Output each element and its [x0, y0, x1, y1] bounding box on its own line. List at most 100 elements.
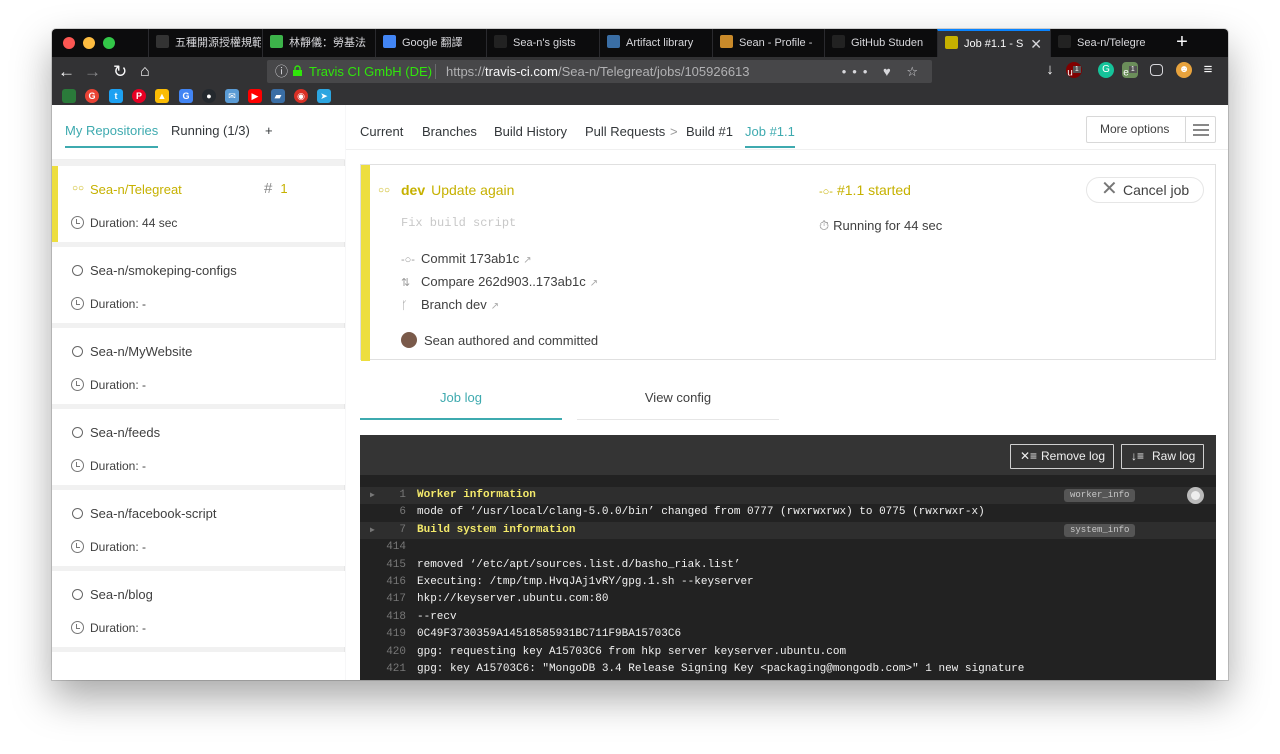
- repo-name[interactable]: Sea-n/blog: [90, 587, 153, 602]
- tab-job-1-1[interactable]: Job #1.1: [745, 124, 795, 148]
- tab-running[interactable]: Running (1/3): [171, 123, 250, 138]
- repo-item-blog[interactable]: Sea-n/blog Duration: -: [52, 571, 345, 647]
- tab-build-1[interactable]: Build #1: [686, 124, 733, 139]
- add-repository-button[interactable]: +: [265, 123, 273, 138]
- repo-item-facebook-script[interactable]: Sea-n/facebook-script Duration: -: [52, 490, 345, 566]
- tab-current[interactable]: Current: [360, 124, 403, 139]
- browser-tab[interactable]: Google 翻譯: [375, 29, 486, 57]
- repo-item-mywebsite[interactable]: Sea-n/MyWebsite Duration: -: [52, 328, 345, 404]
- more-options-button[interactable]: More options: [1086, 116, 1216, 143]
- log-line[interactable]: ▶ 7 Build system information system_info: [360, 521, 1216, 540]
- tab-pull-requests[interactable]: Pull Requests: [585, 124, 665, 139]
- repo-duration: Duration: 44 sec: [90, 216, 178, 230]
- home-icon[interactable]: ⌂: [140, 61, 150, 83]
- log-line: 6 mode of ‘/usr/local/clang-5.0.0/bin’ ch…: [360, 504, 1216, 521]
- remove-log-button[interactable]: ✕≡ Remove log: [1010, 444, 1115, 469]
- repo-name[interactable]: Sea-n/Telegreat: [90, 182, 182, 197]
- line-number[interactable]: 415: [370, 557, 406, 574]
- line-number[interactable]: 418: [370, 609, 406, 626]
- url-bar[interactable]: ⓘ Travis CI GmbH (DE) https://travis-ci.…: [267, 60, 932, 83]
- info-icon[interactable]: ⓘ: [275, 60, 288, 83]
- line-number[interactable]: 416: [370, 574, 406, 591]
- repo-name[interactable]: Sea-n/feeds: [90, 425, 160, 440]
- line-number[interactable]: 419: [370, 626, 406, 643]
- line-number[interactable]: 7: [370, 522, 406, 539]
- browser-tab[interactable]: Sean - Profile -: [712, 29, 824, 57]
- browser-tab[interactable]: Sea-n/Telegre: [1050, 29, 1162, 57]
- avatar: [401, 332, 417, 348]
- branch-row[interactable]: ᚴ Branch dev ↗: [401, 297, 499, 312]
- artifact-icon[interactable]: ▰: [271, 89, 285, 103]
- url-text[interactable]: https://travis-ci.com/Sea-n/Telegreat/jo…: [446, 60, 750, 83]
- raw-log-button[interactable]: ↓≡ Raw log: [1121, 444, 1205, 469]
- tab-branches[interactable]: Branches: [422, 124, 477, 139]
- log-toolbar: ✕≡ Remove log ↓≡ Raw log: [360, 435, 1216, 475]
- grammarly-icon[interactable]: G: [1098, 62, 1114, 78]
- repo-item-telegreat[interactable]: ○○ Sea-n/Telegreat #1 Duration: 44 sec: [52, 166, 345, 242]
- build-number[interactable]: #1: [264, 180, 288, 197]
- page-actions[interactable]: ••• ♥ ☆: [842, 60, 924, 83]
- ublock-icon[interactable]: u1: [1066, 62, 1082, 78]
- github-icon[interactable]: ●: [202, 89, 216, 103]
- compare-row[interactable]: ⇅ Compare 262d903..173ab1c ↗: [401, 274, 598, 289]
- line-number[interactable]: 1: [370, 487, 406, 504]
- log-line[interactable]: ▶ 1 Worker information worker_info: [360, 487, 1216, 505]
- browser-tab[interactable]: 林靜儀：勞基法: [262, 29, 375, 57]
- back-icon[interactable]: ←: [58, 61, 75, 83]
- tab-view-config[interactable]: View config: [577, 384, 779, 420]
- site-identity[interactable]: Travis CI GmbH (DE): [309, 60, 432, 83]
- pinterest-icon[interactable]: P: [132, 89, 146, 103]
- close-tab-icon[interactable]: ✕: [1030, 31, 1042, 57]
- browser-tab[interactable]: Artifact library: [599, 29, 712, 57]
- browser-tab[interactable]: Sea-n's gists: [486, 29, 599, 57]
- download-icon[interactable]: ↓: [1042, 62, 1058, 78]
- telegram-icon[interactable]: ➤: [317, 89, 331, 103]
- youtube-icon[interactable]: ▶: [248, 89, 262, 103]
- browser-tab[interactable]: 五種開源授權規範: [148, 29, 261, 57]
- tab-build-history[interactable]: Build History: [494, 124, 567, 139]
- zoom-window-button[interactable]: [103, 37, 115, 49]
- google-icon[interactable]: G: [85, 89, 99, 103]
- repo-name[interactable]: Sea-n/facebook-script: [90, 506, 216, 521]
- sidebar-icon[interactable]: [1150, 64, 1163, 76]
- menu-icon[interactable]: ≡: [1200, 62, 1216, 78]
- cancel-label: Cancel job: [1123, 182, 1190, 198]
- extension-icon[interactable]: e1: [1122, 62, 1138, 78]
- translate-icon[interactable]: G: [179, 89, 193, 103]
- commit-link[interactable]: Commit 173ab1c: [421, 251, 519, 266]
- clock-icon: [71, 378, 84, 391]
- follow-log-toggle[interactable]: [1187, 487, 1204, 504]
- line-number[interactable]: 6: [370, 504, 406, 521]
- bookmark-icon-1[interactable]: [62, 89, 76, 103]
- line-number[interactable]: 421: [370, 661, 406, 678]
- drive-icon[interactable]: ▲: [155, 89, 169, 103]
- line-number[interactable]: 414: [370, 539, 406, 556]
- tampermonkey-icon[interactable]: ☻: [1176, 62, 1192, 78]
- clock-icon: [71, 216, 84, 229]
- browser-tab[interactable]: GitHub Studen: [824, 29, 937, 57]
- compare-link[interactable]: Compare 262d903..173ab1c: [421, 274, 586, 289]
- minimize-window-button[interactable]: [83, 37, 95, 49]
- mail-icon[interactable]: ✉: [225, 89, 239, 103]
- tab-job-log[interactable]: Job log: [360, 384, 562, 420]
- close-window-button[interactable]: [63, 37, 75, 49]
- forward-icon[interactable]: →: [84, 61, 101, 83]
- repo-name[interactable]: Sea-n/MyWebsite: [90, 344, 192, 359]
- reload-icon[interactable]: ↻: [113, 61, 127, 83]
- cancel-job-button[interactable]: ✕ Cancel job: [1086, 177, 1204, 203]
- repo-name[interactable]: Sea-n/smokeping-configs: [90, 263, 237, 278]
- hamburger-icon[interactable]: [1185, 117, 1215, 142]
- browser-tab[interactable]: Job #1.1 - S ✕: [937, 29, 1050, 57]
- repo-item-feeds[interactable]: Sea-n/feeds Duration: -: [52, 409, 345, 485]
- sidebar-tabs: My Repositories Running (1/3) +: [52, 105, 345, 160]
- branch-link[interactable]: Branch dev: [421, 297, 487, 312]
- branch-name[interactable]: dev: [401, 182, 425, 198]
- line-number[interactable]: 417: [370, 591, 406, 608]
- commit-row[interactable]: -○- Commit 173ab1c ↗: [401, 251, 532, 266]
- line-number[interactable]: 420: [370, 644, 406, 661]
- twitter-icon[interactable]: t: [109, 89, 123, 103]
- new-tab-button[interactable]: +: [1168, 29, 1196, 57]
- bookmark-icon-red[interactable]: ◉: [294, 89, 308, 103]
- tab-my-repositories[interactable]: My Repositories: [65, 123, 159, 148]
- repo-item-smokeping-configs[interactable]: Sea-n/smokeping-configs Duration: -: [52, 247, 345, 323]
